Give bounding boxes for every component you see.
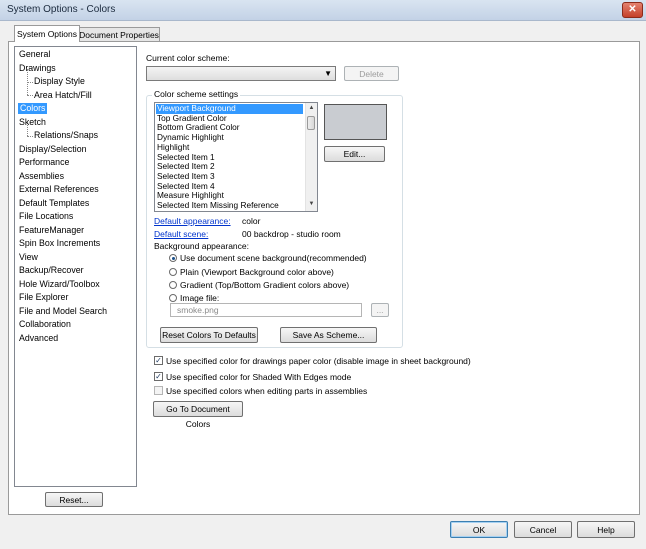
color-swatch	[324, 104, 387, 140]
tab-system-options[interactable]: System Options	[14, 25, 80, 42]
radio-gradient[interactable]	[169, 281, 177, 289]
tree-item-general[interactable]: General	[19, 49, 50, 60]
ok-button[interactable]: OK	[450, 521, 508, 538]
color-scheme-dropdown[interactable]: ▼	[146, 66, 336, 81]
tree-connector	[27, 136, 33, 137]
default-scene-link[interactable]: Default scene:	[154, 229, 208, 239]
radio-image-file[interactable]	[169, 294, 177, 302]
image-file-input[interactable]: smoke.png	[170, 303, 362, 317]
tree-item-performance[interactable]: Performance	[19, 157, 69, 168]
radio-scene-background[interactable]	[169, 254, 177, 262]
checkbox-editing-parts-label: Use specified colors when editing parts …	[166, 386, 368, 396]
default-appearance-value: color	[242, 216, 261, 226]
tree-item-colors[interactable]: Colors	[18, 103, 48, 114]
scroll-up-icon[interactable]: ▲	[307, 104, 316, 113]
tree-item-file-explorer[interactable]: File Explorer	[19, 292, 68, 303]
checkbox-drawings-paper-color-label: Use specified color for drawings paper c…	[166, 356, 471, 366]
cancel-button[interactable]: Cancel	[514, 521, 572, 538]
tree-item-hole-wizard-toolbox[interactable]: Hole Wizard/Toolbox	[19, 279, 100, 290]
tree-item-spin-box-increments[interactable]: Spin Box Increments	[19, 238, 100, 249]
reset-colors-button[interactable]: Reset Colors To Defaults	[160, 327, 258, 343]
tree-item-drawings[interactable]: Drawings	[19, 63, 56, 74]
tree-item-backup-recover[interactable]: Backup/Recover	[19, 265, 84, 276]
go-to-document-colors-button[interactable]: Go To Document Colors	[153, 401, 243, 429]
tree-item-assemblies[interactable]: Assemblies	[19, 171, 64, 182]
color-scheme-label: Current color scheme:	[146, 53, 230, 63]
tree-item-advanced[interactable]: Advanced	[19, 333, 58, 344]
tree-item-display-style[interactable]: Display Style	[34, 76, 85, 87]
tree-connector	[27, 82, 33, 83]
checkbox-shaded-edges-label: Use specified color for Shaded With Edge…	[166, 372, 352, 382]
radio-image-file-label: Image file:	[180, 293, 220, 303]
radio-gradient-label: Gradient (Top/Bottom Gradient colors abo…	[180, 280, 350, 290]
tree-item-file-locations[interactable]: File Locations	[19, 211, 73, 222]
help-button[interactable]: Help	[577, 521, 635, 538]
checkbox-shaded-edges[interactable]: ✓	[154, 372, 163, 381]
scrollbar-thumb[interactable]	[307, 116, 315, 130]
tree-item-sketch[interactable]: Sketch	[19, 117, 46, 128]
tree-connector	[27, 95, 33, 96]
window-title: System Options - Colors	[7, 4, 116, 15]
tree-item-area-hatch-fill[interactable]: Area Hatch/Fill	[34, 90, 92, 101]
background-appearance-label: Background appearance:	[154, 241, 249, 251]
checkbox-editing-parts[interactable]	[154, 386, 163, 395]
list-scrollbar[interactable]: ▲ ▼	[305, 103, 317, 211]
default-appearance-link[interactable]: Default appearance:	[154, 216, 231, 226]
options-tree[interactable]: General Drawings Display Style Area Hatc…	[14, 46, 137, 487]
radio-plain[interactable]	[169, 268, 177, 276]
tree-item-collaboration[interactable]: Collaboration	[19, 319, 71, 330]
tree-item-relations-snaps[interactable]: Relations/Snaps	[34, 130, 98, 141]
edit-color-button[interactable]: Edit...	[324, 146, 385, 162]
tree-item-view[interactable]: View	[19, 252, 38, 263]
tree-item-default-templates[interactable]: Default Templates	[19, 198, 89, 209]
tree-item-external-references[interactable]: External References	[19, 184, 99, 195]
color-items-list[interactable]: Viewport Background Top Gradient Color B…	[154, 102, 318, 212]
radio-scene-background-label: Use document scene background(recommende…	[180, 253, 367, 263]
default-scene-value: 00 backdrop - studio room	[242, 229, 341, 239]
checkbox-drawings-paper-color[interactable]: ✓	[154, 356, 163, 365]
close-button[interactable]: ✕	[622, 2, 643, 18]
radio-plain-label: Plain (Viewport Background color above)	[180, 267, 334, 277]
list-item[interactable]: Selected Item Missing Reference	[157, 200, 279, 211]
tab-document-properties[interactable]: Document Properties	[78, 27, 160, 42]
tree-item-file-and-model-search[interactable]: File and Model Search	[19, 306, 107, 317]
chevron-down-icon: ▼	[324, 69, 332, 78]
tree-item-display-selection[interactable]: Display/Selection	[19, 144, 86, 155]
browse-button[interactable]: ...	[371, 303, 389, 317]
scroll-down-icon[interactable]: ▼	[307, 200, 316, 209]
save-scheme-button[interactable]: Save As Scheme...	[280, 327, 377, 343]
reset-button[interactable]: Reset...	[45, 492, 103, 507]
color-scheme-settings-title: Color scheme settings	[152, 89, 241, 99]
tree-item-featuremanager[interactable]: FeatureManager	[19, 225, 84, 236]
delete-button[interactable]: Delete	[344, 66, 399, 81]
